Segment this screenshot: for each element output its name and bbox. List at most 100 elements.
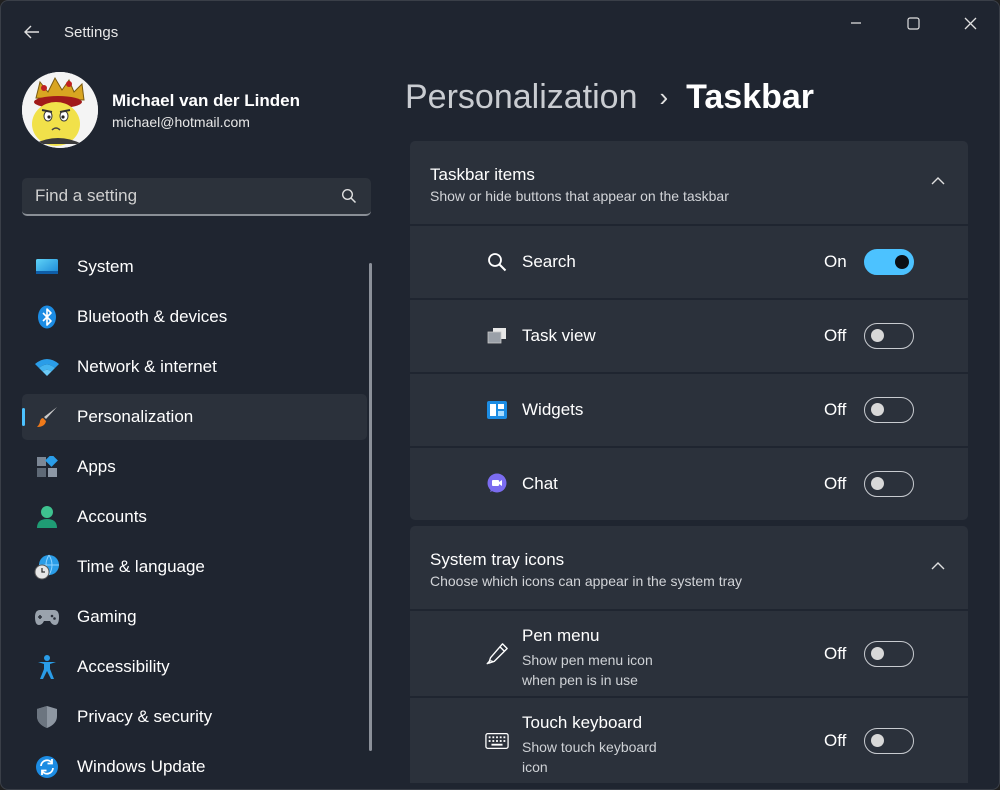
toggle-knob — [871, 403, 884, 416]
maximize-icon — [906, 16, 920, 30]
sidebar-item-accounts[interactable]: Accounts — [22, 494, 367, 540]
settings-window: Settings Michael van der Linden michael@… — [0, 0, 1000, 790]
touch-keyboard-setting-row: Touch keyboard Show touch keyboard icon … — [410, 698, 968, 783]
avatar[interactable] — [22, 72, 98, 148]
chat-toggle[interactable] — [864, 471, 914, 497]
system-tray-header[interactable]: System tray icons Choose which icons can… — [410, 526, 968, 609]
sidebar-item-label: Privacy & security — [77, 707, 213, 726]
selection-indicator — [22, 408, 25, 426]
system-icon — [34, 255, 60, 279]
toggle-knob — [871, 329, 884, 342]
search-toggle[interactable] — [864, 249, 914, 275]
search-icon[interactable] — [341, 188, 357, 209]
task-view-icon — [485, 324, 509, 348]
sidebar-item-label: System — [77, 257, 134, 276]
toggle-state-label: Off — [824, 474, 847, 493]
toggle-state-label: On — [824, 252, 847, 271]
sidebar-item-label: Time & language — [77, 557, 205, 576]
toggle-knob — [871, 647, 884, 660]
sidebar-scrollbar[interactable] — [369, 263, 372, 751]
setting-description: Show touch keyboard — [522, 739, 657, 755]
touch-keyboard-toggle[interactable] — [864, 728, 914, 754]
sidebar-item-label: Apps — [77, 457, 116, 476]
user-email: michael@hotmail.com — [112, 114, 250, 130]
toggle-state-label: Off — [824, 326, 847, 345]
widgets-setting-row: Widgets Off — [410, 374, 968, 446]
section-title: Taskbar items — [430, 165, 535, 184]
close-icon — [964, 17, 976, 29]
sidebar-item-windows-update[interactable]: Windows Update — [22, 744, 367, 789]
minimize-button[interactable] — [833, 9, 879, 37]
widgets-icon — [485, 398, 509, 422]
page-title: Taskbar — [686, 77, 815, 116]
title-bar: Settings — [1, 1, 999, 63]
sidebar-item-gaming[interactable]: Gaming — [22, 594, 367, 640]
sidebar-item-network[interactable]: Network & internet — [22, 344, 367, 390]
search-setting-row: Search On — [410, 226, 968, 298]
sidebar-item-bluetooth[interactable]: Bluetooth & devices — [22, 294, 367, 340]
sidebar-item-privacy-security[interactable]: Privacy & security — [22, 694, 367, 740]
sidebar-item-personalization[interactable]: Personalization — [22, 394, 367, 440]
sidebar-item-label: Network & internet — [77, 357, 217, 376]
sidebar-item-label: Accessibility — [77, 657, 170, 676]
pen-menu-toggle[interactable] — [864, 641, 914, 667]
app-title: Settings — [64, 24, 119, 41]
breadcrumb-separator: › — [659, 81, 669, 112]
section-title: System tray icons — [430, 550, 565, 569]
sidebar-item-label: Bluetooth & devices — [77, 307, 228, 326]
bluetooth-icon — [34, 305, 60, 329]
task-view-toggle[interactable] — [864, 323, 914, 349]
back-arrow-icon — [24, 25, 39, 39]
search-box — [22, 178, 371, 216]
update-icon — [34, 755, 60, 779]
wifi-icon — [34, 355, 60, 379]
widgets-toggle[interactable] — [864, 397, 914, 423]
search-input[interactable] — [22, 178, 332, 214]
sidebar-item-system[interactable]: System — [22, 244, 367, 290]
setting-label: Chat — [522, 474, 558, 493]
toggle-state-label: Off — [824, 400, 847, 419]
taskbar-items-section: Taskbar items Show or hide buttons that … — [410, 141, 968, 520]
brush-icon — [34, 405, 60, 429]
toggle-state-label: Off — [824, 731, 847, 750]
chat-icon — [485, 472, 509, 496]
maximize-button[interactable] — [890, 9, 936, 37]
section-subtitle: Choose which icons can appear in the sys… — [430, 573, 743, 589]
accessibility-icon — [34, 655, 60, 679]
shield-icon — [34, 705, 60, 729]
back-button[interactable] — [19, 21, 45, 43]
sidebar-item-accessibility[interactable]: Accessibility — [22, 644, 367, 690]
chevron-up-icon[interactable] — [930, 175, 946, 187]
setting-description: Show pen menu icon — [522, 652, 653, 668]
setting-description: when pen is in use — [522, 672, 638, 688]
user-name: Michael van der Linden — [112, 91, 300, 110]
breadcrumb-parent[interactable]: Personalization — [405, 78, 637, 117]
sidebar-item-label: Personalization — [77, 407, 194, 426]
apps-icon — [34, 455, 60, 479]
setting-label: Task view — [522, 326, 596, 345]
pen-icon — [485, 642, 509, 666]
task-view-setting-row: Task view Off — [410, 300, 968, 372]
sidebar-item-time-language[interactable]: Time & language — [22, 544, 367, 590]
setting-label: Widgets — [522, 400, 584, 419]
avatar-image — [22, 72, 98, 148]
taskbar-items-header[interactable]: Taskbar items Show or hide buttons that … — [410, 141, 968, 224]
toggle-knob — [895, 254, 909, 269]
chevron-up-icon[interactable] — [930, 560, 946, 572]
chat-setting-row: Chat Off — [410, 448, 968, 520]
close-button[interactable] — [947, 9, 993, 37]
toggle-knob — [871, 734, 884, 747]
sidebar-item-label: Accounts — [77, 507, 147, 526]
setting-description: icon — [522, 759, 548, 775]
sidebar-item-apps[interactable]: Apps — [22, 444, 367, 490]
setting-label: Pen menu — [522, 626, 600, 645]
toggle-state-label: Off — [824, 644, 847, 663]
system-tray-section: System tray icons Choose which icons can… — [410, 526, 968, 783]
sidebar-nav: System Bluetooth & devices Network & int… — [22, 244, 367, 789]
pen-menu-setting-row: Pen menu Show pen menu icon when pen is … — [410, 611, 968, 696]
keyboard-icon — [485, 729, 509, 753]
sidebar-item-label: Gaming — [77, 607, 137, 626]
minimize-icon — [851, 22, 861, 24]
breadcrumb: Personalization › Taskbar — [405, 75, 814, 119]
sidebar-item-label: Windows Update — [77, 757, 206, 776]
